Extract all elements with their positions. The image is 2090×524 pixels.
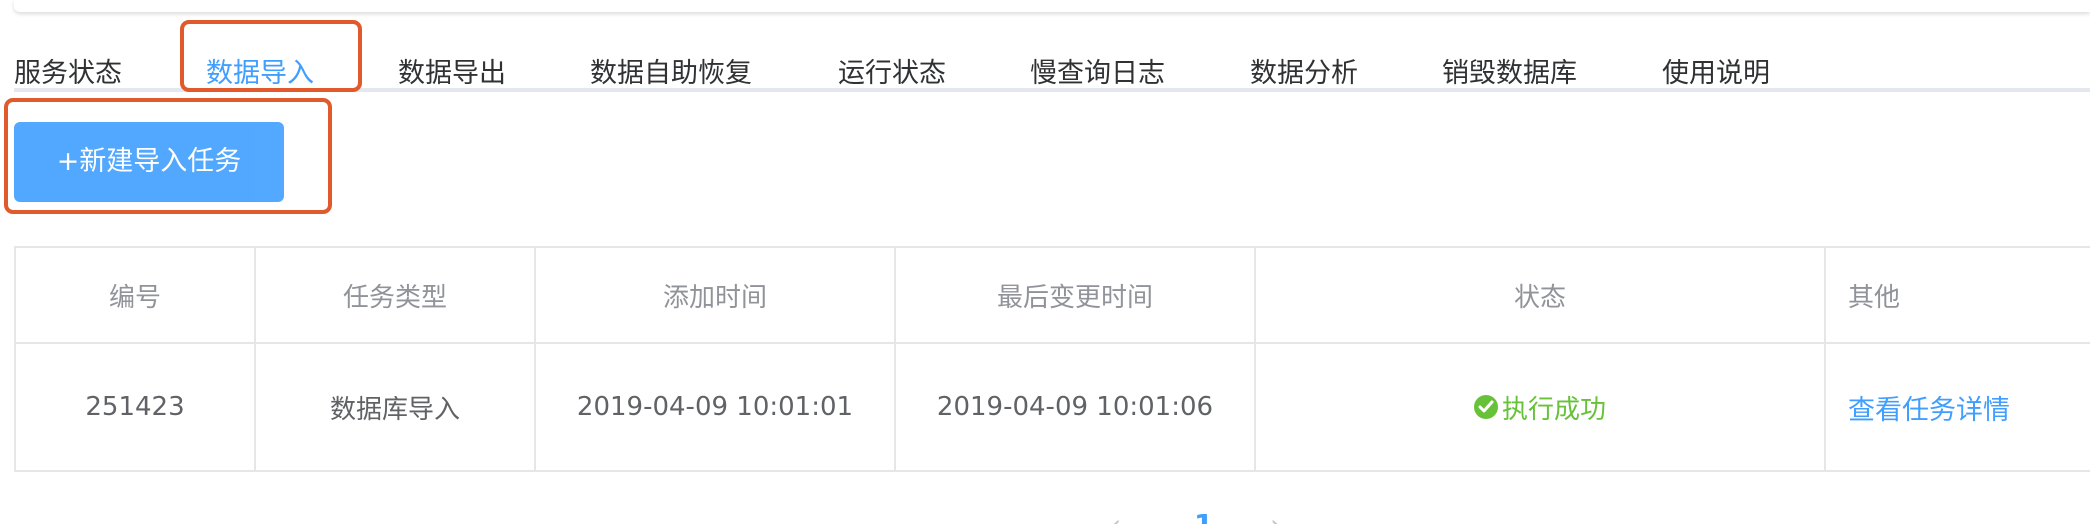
tab-data-analysis[interactable]: 数据分析: [1250, 56, 1358, 92]
header-status: 状态: [1256, 248, 1826, 344]
page-number-1[interactable]: 1: [1194, 508, 1213, 524]
cell-last-changed: 2019-04-09 10:01:06: [896, 344, 1256, 472]
cell-id: 251423: [16, 344, 256, 472]
import-task-table: 编号 任务类型 添加时间 最后变更时间 状态 其他 251423 数据库导入 2…: [14, 246, 2090, 472]
cell-other: 查看任务详情: [1826, 344, 2090, 472]
prev-page-button[interactable]: ‹: [1110, 508, 1121, 524]
header-last-changed: 最后变更时间: [896, 248, 1256, 344]
cell-status: 执行成功: [1256, 344, 1826, 472]
check-circle-icon: [1473, 395, 1498, 419]
next-page-button[interactable]: ›: [1270, 508, 1281, 524]
header-id: 编号: [16, 248, 256, 344]
tab-running-status[interactable]: 运行状态: [838, 56, 946, 92]
tab-destroy-database[interactable]: 销毁数据库: [1442, 56, 1577, 92]
tab-usage-instructions[interactable]: 使用说明: [1662, 56, 1770, 92]
tab-slow-query-log[interactable]: 慢查询日志: [1030, 56, 1165, 92]
tab-data-self-recovery[interactable]: 数据自助恢复: [590, 56, 752, 92]
top-panel-edge: [14, 0, 2090, 12]
cell-task-type: 数据库导入: [256, 344, 536, 472]
header-added-time: 添加时间: [536, 248, 896, 344]
tab-service-status[interactable]: 服务状态: [14, 56, 122, 92]
button-highlight-box: [4, 98, 332, 214]
status-text: 执行成功: [1501, 394, 1606, 425]
pagination: ‹ 1 ›: [1110, 508, 1300, 524]
cell-added-time: 2019-04-09 10:01:01: [536, 344, 896, 472]
header-other: 其他: [1826, 248, 2090, 344]
view-task-details-link[interactable]: 查看任务详情: [1848, 388, 2010, 427]
tab-highlight-box: [180, 20, 362, 92]
page: 服务状态 数据导入 数据导出 数据自助恢复 运行状态 慢查询日志 数据分析 销毁…: [0, 0, 2090, 524]
header-task-type: 任务类型: [256, 248, 536, 344]
tab-data-export[interactable]: 数据导出: [398, 56, 506, 92]
